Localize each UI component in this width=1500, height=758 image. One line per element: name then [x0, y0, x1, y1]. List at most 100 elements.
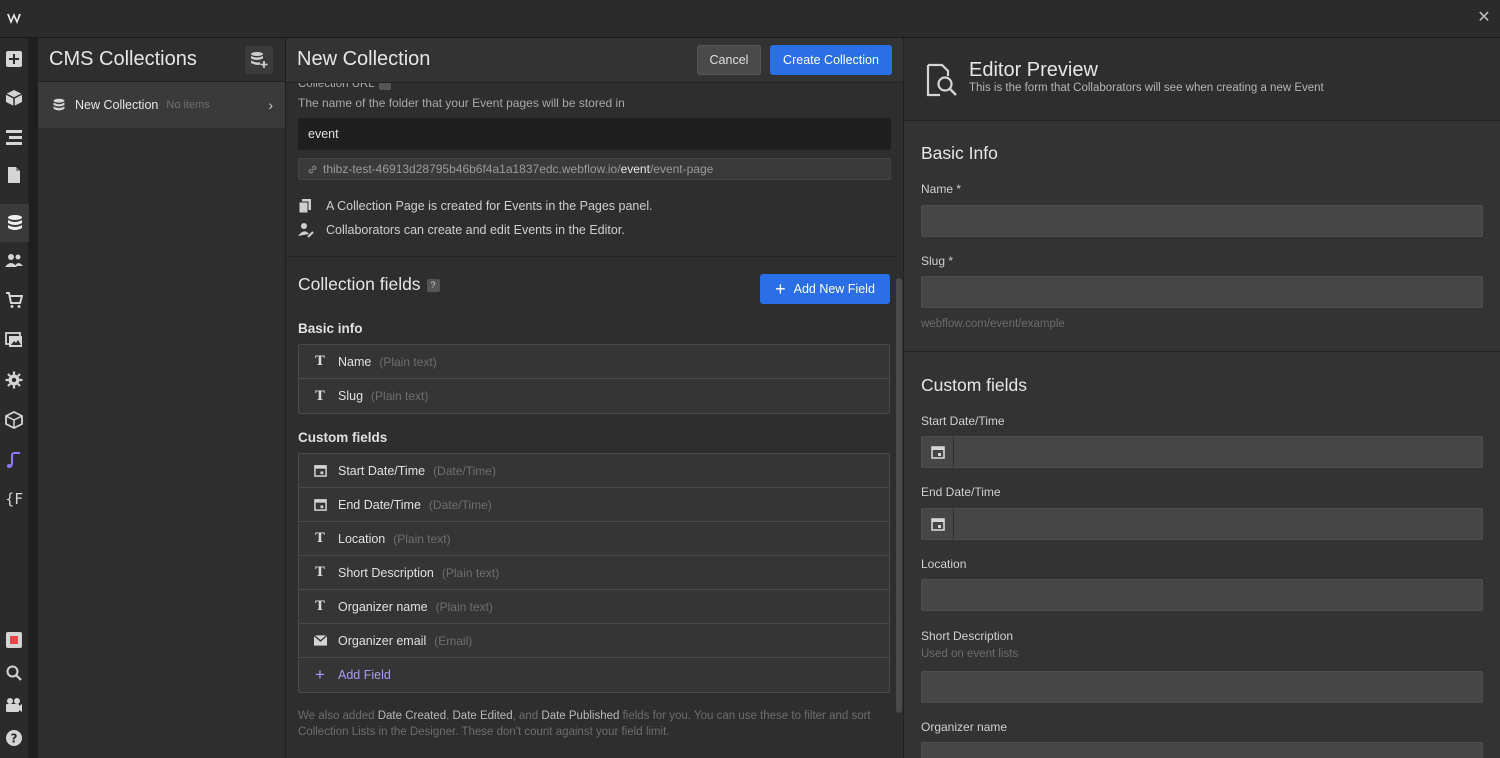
collection-fields-title: Collection fields?	[298, 274, 440, 295]
collection-url-description: The name of the folder that your Event p…	[298, 96, 625, 110]
new-collection-panel: Collection URL The name of the folder th…	[286, 38, 903, 758]
panel-gutter	[29, 38, 38, 758]
help-icon[interactable]: ?	[426, 278, 440, 292]
field-name: Start Date/Time	[338, 463, 426, 478]
ecommerce-icon[interactable]	[3, 289, 25, 311]
interactions-icon[interactable]	[3, 449, 25, 471]
record-icon[interactable]	[3, 629, 25, 651]
info-collaborators: Collaborators can create and edit Events…	[298, 222, 625, 238]
custom-fields-label: Custom fields	[298, 430, 388, 445]
slug-label: Slug *	[921, 254, 954, 268]
box-icon[interactable]	[3, 87, 25, 109]
location-label: Location	[921, 557, 967, 571]
basic-info-title: Basic Info	[921, 143, 998, 163]
footnote-date-edited: Date Edited	[452, 710, 513, 722]
field-row-slug[interactable]: T Slug (Plain text)	[299, 379, 889, 413]
field-row-end-date[interactable]: End Date/Time (Date/Time)	[299, 488, 889, 522]
pages-icon[interactable]	[3, 164, 25, 186]
collection-list-item[interactable]: New Collection No items ›	[38, 82, 285, 128]
variables-icon[interactable]: {F	[3, 487, 25, 509]
new-collection-title: New Collection	[297, 48, 431, 70]
slug-input[interactable]	[921, 276, 1483, 308]
users-icon[interactable]	[3, 249, 25, 271]
slug-hint: webflow.com/event/example	[921, 318, 1065, 330]
end-date-input[interactable]	[921, 508, 1483, 540]
add-new-field-button[interactable]: + Add New Field	[760, 274, 890, 304]
field-row-short-description[interactable]: T Short Description (Plain text)	[299, 556, 889, 590]
field-type: (Plain text)	[379, 354, 437, 369]
field-row-start-date[interactable]: Start Date/Time (Date/Time)	[299, 454, 889, 488]
text-type-icon: T	[315, 599, 325, 614]
mail-icon	[313, 634, 327, 648]
assets-icon[interactable]	[3, 329, 25, 351]
collection-item-count: No items	[166, 99, 210, 111]
field-name: Organizer email	[338, 633, 427, 648]
editor-preview-panel: Editor Preview This is the form that Col…	[903, 38, 1500, 758]
text-type-icon: T	[315, 388, 325, 404]
footnote-text: We also added	[298, 710, 378, 722]
calendar-icon	[313, 498, 327, 512]
apps-icon[interactable]	[3, 409, 25, 431]
text-type-icon: T	[315, 565, 325, 580]
pages-icon	[298, 199, 311, 214]
start-date-label: Start Date/Time	[921, 414, 1005, 428]
text-type-icon: T	[315, 531, 325, 546]
footnote-date-created: Date Created	[377, 710, 447, 722]
field-type: (Plain text)	[371, 389, 429, 403]
cms-title: CMS Collections	[49, 48, 197, 70]
short-description-input[interactable]	[921, 671, 1483, 703]
chevron-right-icon: ›	[268, 97, 273, 113]
cancel-button[interactable]: Cancel	[697, 45, 761, 75]
navigator-icon[interactable]	[3, 126, 25, 148]
webflow-logo-icon[interactable]	[5, 9, 27, 29]
info-collection-page-text: A Collection Page is created for Events …	[326, 199, 653, 213]
start-date-input[interactable]	[921, 436, 1483, 468]
editor-preview-subtitle: This is the form that Collaborators will…	[969, 82, 1324, 94]
url-prefix: thibz-test-46913d28795b46b6f4a1a1837edc.…	[323, 162, 621, 176]
add-field-row[interactable]: + Add Field	[299, 658, 889, 692]
editor-preview-title: Editor Preview	[969, 59, 1098, 81]
cms-icon[interactable]	[0, 204, 29, 242]
collection-fields-title-text: Collection fields	[298, 274, 421, 294]
location-input[interactable]	[921, 579, 1483, 611]
section-divider	[286, 256, 896, 257]
collection-slug-input[interactable]: event	[298, 118, 891, 150]
cms-header: CMS Collections	[38, 38, 285, 82]
settings-icon[interactable]	[3, 369, 25, 391]
search-icon[interactable]	[3, 662, 25, 684]
preview-search-icon	[926, 63, 957, 97]
basic-fields-list: T Name (Plain text) T Slug (Plain text)	[298, 344, 890, 414]
cms-collections-panel: CMS Collections New Collection No items …	[38, 38, 286, 758]
calendar-icon[interactable]	[922, 437, 954, 467]
custom-fields-list: Start Date/Time (Date/Time) End Date/Tim…	[298, 453, 890, 693]
help-icon[interactable]: ?	[3, 727, 25, 749]
footnote-date-published: Date Published	[541, 710, 620, 722]
close-icon[interactable]: ✕	[1476, 10, 1492, 26]
field-type: (Plain text)	[393, 531, 451, 546]
add-icon[interactable]	[3, 48, 25, 70]
svg-text:?: ?	[11, 732, 18, 746]
new-collection-header: New Collection Cancel Create Collection	[286, 38, 903, 83]
name-input[interactable]	[921, 205, 1483, 237]
field-row-name[interactable]: T Name (Plain text)	[299, 345, 889, 379]
link-icon	[308, 165, 317, 173]
field-row-organizer-name[interactable]: T Organizer name (Plain text)	[299, 590, 889, 624]
top-bar: ✕	[0, 0, 1500, 38]
video-icon[interactable]	[3, 694, 25, 716]
field-row-location[interactable]: T Location (Plain text)	[299, 522, 889, 556]
organizer-name-label: Organizer name	[921, 720, 1008, 734]
info-collaborators-text: Collaborators can create and edit Events…	[326, 223, 625, 237]
add-collection-button[interactable]	[245, 46, 273, 74]
name-label: Name *	[921, 182, 962, 196]
user-edit-icon	[298, 223, 314, 238]
field-row-organizer-email[interactable]: Organizer email (Email)	[299, 624, 889, 658]
calendar-icon[interactable]	[922, 509, 954, 539]
collection-url-preview: thibz-test-46913d28795b46b6f4a1a1837edc.…	[298, 158, 891, 180]
field-name: Short Description	[338, 565, 434, 580]
text-type-icon: T	[315, 354, 325, 369]
scrollbar[interactable]	[896, 278, 902, 713]
field-type: (Plain text)	[441, 565, 500, 580]
organizer-name-input[interactable]	[921, 742, 1483, 758]
left-icon-bar: {F ?	[0, 38, 29, 758]
create-collection-button[interactable]: Create Collection	[770, 45, 892, 75]
